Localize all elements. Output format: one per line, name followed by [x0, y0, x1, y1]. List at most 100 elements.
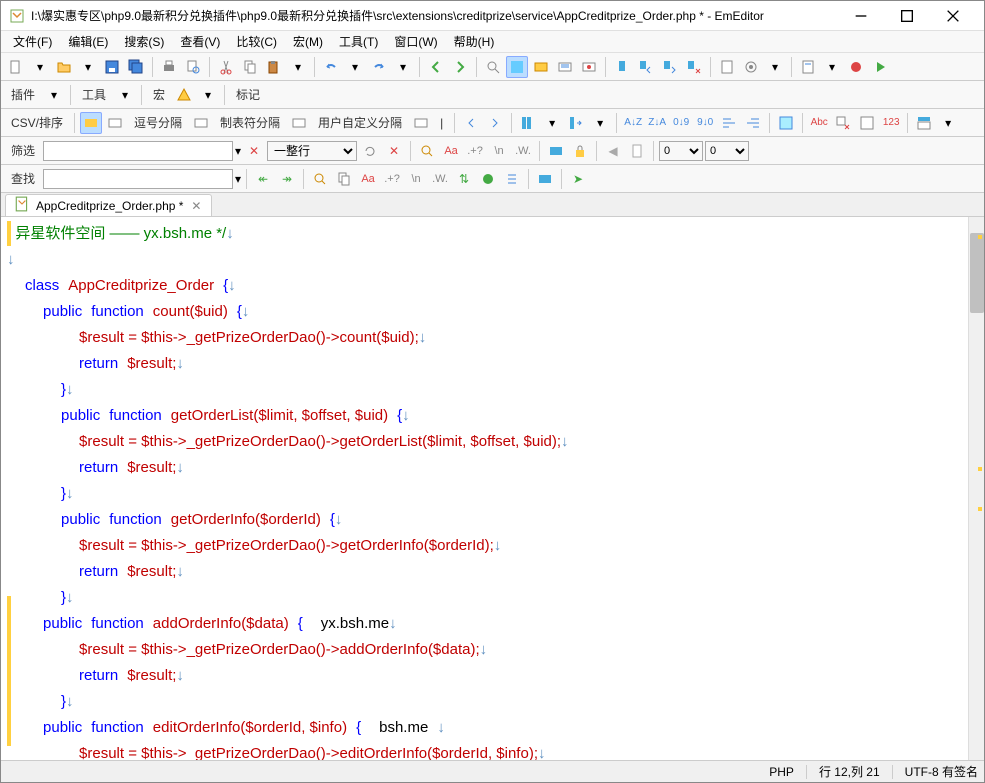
cut-button[interactable] — [215, 56, 237, 78]
find-input[interactable] — [43, 169, 233, 189]
dropdown-icon[interactable]: ▾ — [764, 56, 786, 78]
find-in-filter-button[interactable] — [416, 140, 438, 162]
dropdown-icon[interactable]: ▾ — [589, 112, 611, 134]
menu-search[interactable]: 搜索(S) — [116, 31, 172, 52]
dropdown-icon[interactable]: ▾ — [235, 144, 241, 158]
new-file-button[interactable] — [5, 56, 27, 78]
menu-view[interactable]: 查看(V) — [172, 31, 228, 52]
convert-button[interactable] — [856, 112, 878, 134]
col-left-button[interactable] — [460, 112, 482, 134]
dropdown-icon[interactable]: ▾ — [29, 56, 51, 78]
user-sep-button[interactable] — [288, 112, 310, 134]
tab-close-button[interactable]: ✕ — [189, 199, 203, 213]
filter-num2-combo[interactable]: 0 — [705, 141, 749, 161]
sort-az-button[interactable]: A↓Z — [622, 112, 644, 134]
cancel-button[interactable]: ✕ — [383, 140, 405, 162]
panel-button[interactable] — [530, 56, 552, 78]
normal-mode-button[interactable] — [80, 112, 102, 134]
find-list-button[interactable] — [501, 168, 523, 190]
filter-num1-combo[interactable]: 0 — [659, 141, 703, 161]
file-tab[interactable]: AppCreditprize_Order.php * ✕ — [5, 194, 212, 216]
align-left-button[interactable] — [718, 112, 740, 134]
heading-button[interactable] — [913, 112, 935, 134]
close-button[interactable] — [930, 1, 976, 31]
dropdown-icon[interactable]: ▾ — [77, 56, 99, 78]
redo-button[interactable] — [368, 56, 390, 78]
config-button[interactable] — [578, 56, 600, 78]
dropdown-icon[interactable]: ▾ — [197, 84, 219, 106]
forward-button[interactable] — [449, 56, 471, 78]
dropdown-icon[interactable]: ▾ — [43, 84, 65, 106]
bookmark-clear-button[interactable] — [683, 56, 705, 78]
back-button[interactable] — [425, 56, 447, 78]
filter-input[interactable] — [43, 141, 233, 161]
undo-button[interactable] — [320, 56, 342, 78]
menu-compare[interactable]: 比较(C) — [228, 31, 285, 52]
macro-warning-icon[interactable] — [173, 84, 195, 106]
doc-button[interactable] — [626, 140, 648, 162]
dropdown-icon[interactable]: ▾ — [235, 172, 241, 186]
comma-sep-button[interactable] — [104, 112, 126, 134]
find-copy-button[interactable] — [333, 168, 355, 190]
search-button[interactable] — [482, 56, 504, 78]
find-highlight-button[interactable] — [477, 168, 499, 190]
menu-window[interactable]: 窗口(W) — [386, 31, 445, 52]
col-right-button[interactable] — [484, 112, 506, 134]
dropdown-icon[interactable]: ▾ — [114, 84, 136, 106]
sort-asc-button[interactable]: 0↓9 — [670, 112, 692, 134]
sort-desc-button[interactable]: 9↓0 — [694, 112, 716, 134]
find-prev-all-button[interactable]: ↞ — [252, 168, 274, 190]
find-next-button[interactable]: ➤ — [567, 168, 589, 190]
settings-button[interactable] — [740, 56, 762, 78]
filter-scope-combo[interactable]: 一整行 — [267, 141, 357, 161]
find-word-button[interactable]: .W. — [429, 168, 451, 190]
play-button[interactable] — [869, 56, 891, 78]
freeze-button[interactable] — [775, 112, 797, 134]
find-search-button[interactable] — [309, 168, 331, 190]
properties-button[interactable] — [797, 56, 819, 78]
record-button[interactable] — [845, 56, 867, 78]
left-arrow-button[interactable]: ◀ — [602, 140, 624, 162]
save-all-button[interactable] — [125, 56, 147, 78]
num-button[interactable]: 123 — [880, 112, 902, 134]
print-preview-button[interactable] — [182, 56, 204, 78]
dropdown-icon[interactable]: ▾ — [541, 112, 563, 134]
filter-clear-button[interactable]: ✕ — [243, 140, 265, 162]
regex-button[interactable]: .+? — [464, 140, 486, 162]
minimize-button[interactable] — [838, 1, 884, 31]
save-button[interactable] — [101, 56, 123, 78]
menu-macro[interactable]: 宏(M) — [285, 31, 331, 52]
word-button[interactable]: .W. — [512, 140, 534, 162]
open-button[interactable] — [53, 56, 75, 78]
copy-button[interactable] — [239, 56, 261, 78]
bookmark-next-button[interactable] — [659, 56, 681, 78]
bookmark-prev-button[interactable] — [635, 56, 657, 78]
code-editor[interactable]: 异星软件空间 —— yx.bsh.me */↓ ↓ class AppCredi… — [1, 217, 968, 760]
dropdown-icon[interactable]: ▾ — [287, 56, 309, 78]
tab-sep-button[interactable] — [190, 112, 212, 134]
find-regex-button[interactable]: .+? — [381, 168, 403, 190]
case-button[interactable]: Aa — [440, 140, 462, 162]
dropdown-icon[interactable]: ▾ — [821, 56, 843, 78]
menu-edit[interactable]: 编辑(E) — [60, 31, 116, 52]
abc-button[interactable]: Abc — [808, 112, 830, 134]
dropdown-icon[interactable]: ▾ — [937, 112, 959, 134]
paste-button[interactable] — [263, 56, 285, 78]
cell-button[interactable] — [410, 112, 432, 134]
delete-dup-button[interactable] — [832, 112, 854, 134]
maximize-button[interactable] — [884, 1, 930, 31]
large-file-button[interactable] — [716, 56, 738, 78]
refresh-button[interactable] — [359, 140, 381, 162]
toolbar-button[interactable] — [545, 140, 567, 162]
sort-za-button[interactable]: Z↓A — [646, 112, 668, 134]
menu-file[interactable]: 文件(F) — [5, 31, 60, 52]
find-escape-button[interactable]: \n — [405, 168, 427, 190]
wrap-button[interactable] — [554, 56, 576, 78]
dropdown-icon[interactable]: ▾ — [392, 56, 414, 78]
scrollbar-thumb[interactable] — [970, 233, 984, 313]
find-select-button[interactable] — [534, 168, 556, 190]
lock-button[interactable] — [569, 140, 591, 162]
print-button[interactable] — [158, 56, 180, 78]
find-next-all-button[interactable]: ↠ — [276, 168, 298, 190]
dropdown-icon[interactable]: ▾ — [344, 56, 366, 78]
